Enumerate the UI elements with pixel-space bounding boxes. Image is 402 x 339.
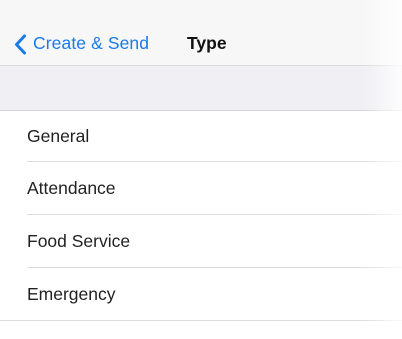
page-title: Type: [187, 33, 227, 54]
list-item-attendance[interactable]: Attendance: [0, 162, 402, 215]
list-item-food-service[interactable]: Food Service: [0, 215, 402, 268]
type-selection-screen: Create & Send Type General Attendance Fo…: [0, 0, 402, 339]
back-button[interactable]: Create & Send: [14, 30, 149, 58]
list-item-general[interactable]: General: [0, 111, 402, 162]
type-list: General Attendance Food Service Emergenc…: [0, 111, 402, 321]
back-button-label: Create & Send: [33, 33, 150, 54]
chevron-left-icon: [14, 34, 27, 55]
navigation-bar: Create & Send Type: [0, 0, 402, 66]
list-item-emergency[interactable]: Emergency: [0, 268, 402, 321]
section-header: [0, 66, 402, 111]
